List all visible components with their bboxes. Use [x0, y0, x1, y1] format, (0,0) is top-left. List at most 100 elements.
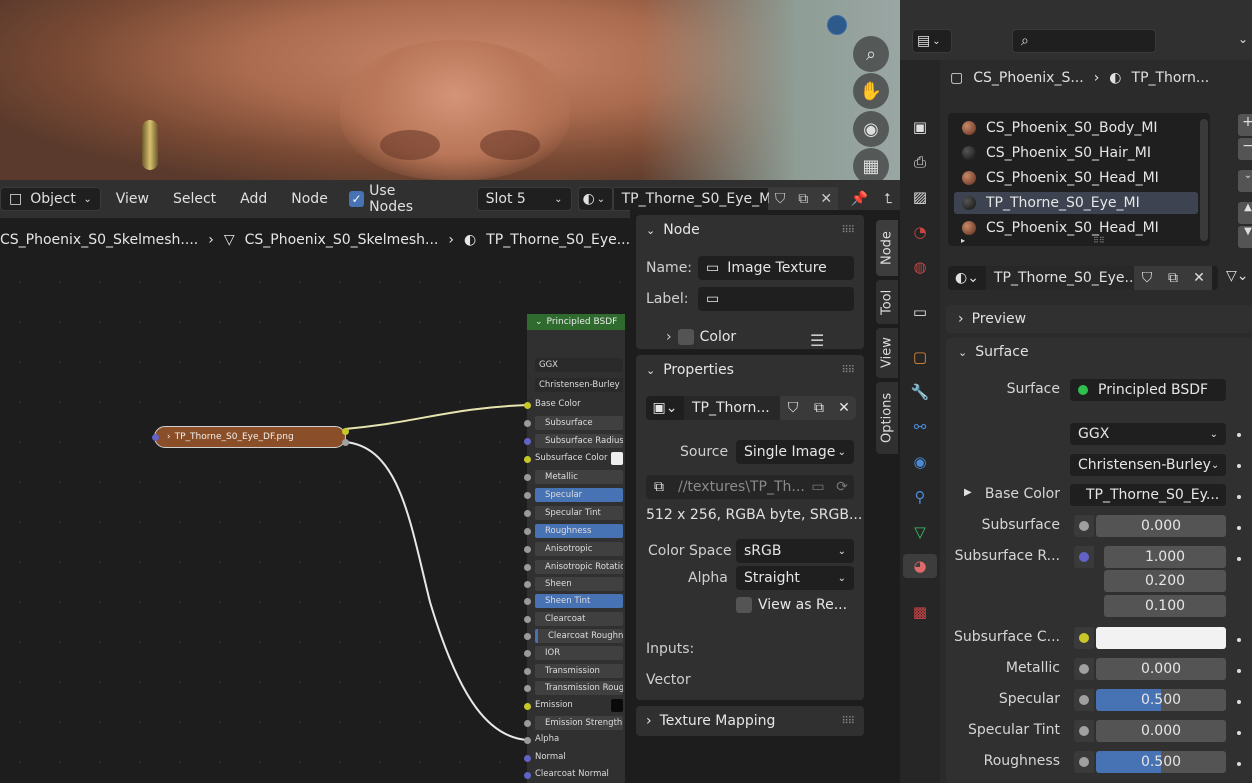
specular-tint-slider[interactable]: Specular Tint	[535, 506, 623, 520]
close-icon[interactable]: ✕	[832, 396, 856, 420]
emission-strength-field[interactable]: Emission Strength	[535, 716, 623, 730]
vector-input-socket[interactable]	[152, 434, 159, 441]
material-sphere-icon[interactable]: ◐⌄	[948, 270, 986, 286]
render-icon[interactable]: ▣	[908, 115, 932, 139]
close-icon[interactable]: ✕	[1186, 266, 1212, 290]
resize-handle-icon[interactable]: ⠿⠿	[1093, 236, 1105, 245]
keyframe-dot[interactable]	[1237, 731, 1241, 735]
fake-user-shield-icon[interactable]: ⛉	[768, 187, 792, 211]
slot-dropdown[interactable]: Slot 5 ⌄	[476, 187, 572, 211]
keyframe-dot[interactable]	[1237, 495, 1241, 499]
subsurface-radius-field[interactable]: Subsurface Radius	[535, 434, 623, 448]
search-input[interactable]: ⌕	[1012, 29, 1156, 53]
socket[interactable]	[524, 755, 531, 762]
menu-add[interactable]: Add	[231, 191, 276, 207]
surface-shader-field[interactable]: Principled BSDF	[1070, 379, 1226, 401]
expand-arrow-icon[interactable]: ▸	[961, 236, 965, 245]
material-name-field[interactable]: TP_Thorne_S0_Eye_MI	[612, 187, 775, 211]
socket[interactable]	[524, 510, 531, 517]
socket[interactable]	[524, 456, 531, 463]
base-color-link-field[interactable]: TP_Thorne_S0_Ey...	[1070, 484, 1226, 506]
image-browse-icon[interactable]: ▣⌄	[646, 400, 684, 416]
mesh-data-icon[interactable]: ▽	[908, 520, 932, 544]
socket[interactable]	[524, 546, 531, 553]
transmission-roughness-slider[interactable]: Transmission Roughness	[535, 681, 623, 695]
socket[interactable]	[524, 772, 531, 779]
menu-view[interactable]: View	[107, 191, 158, 207]
alpha-dropdown[interactable]: Straight ⌄	[736, 566, 854, 590]
list-item[interactable]: CS_Phoenix_S0_Body_MI	[954, 117, 1198, 139]
subsurface-radius-y[interactable]: 0.200	[1104, 570, 1226, 592]
navigation-gizmo-dot[interactable]	[827, 15, 847, 35]
list-item-selected[interactable]: TP_Thorne_S0_Eye_MI	[954, 192, 1198, 214]
socket[interactable]	[524, 474, 531, 481]
drag-handle-icon[interactable]: ⠿⠿	[841, 225, 855, 236]
sheen-slider[interactable]: Sheen	[535, 577, 623, 591]
reload-icon[interactable]: ⟳	[830, 479, 854, 495]
material-selector[interactable]: ◐⌄ TP_Thorne_S0_Eye... ⛉ ⧉ ✕	[948, 266, 1218, 290]
remove-slot-button[interactable]: −	[1238, 138, 1252, 160]
output-icon[interactable]: ⎙	[908, 150, 932, 174]
view-as-render-toggle[interactable]: View as Re...	[736, 597, 847, 613]
emission-color-swatch[interactable]	[611, 699, 623, 712]
grid-icon[interactable]: ▦	[853, 148, 889, 180]
world-icon[interactable]: ◍	[908, 255, 932, 279]
pin-icon[interactable]: 📌	[848, 187, 871, 211]
specular-tint-slider[interactable]: 0.000	[1096, 720, 1226, 742]
socket[interactable]	[524, 598, 531, 605]
sheen-tint-slider[interactable]: Sheen Tint	[535, 594, 623, 608]
image-selector[interactable]: ▣⌄ TP_Thorn... ⛉ ⧉ ✕	[646, 396, 856, 420]
keyframe-dot[interactable]	[1237, 433, 1241, 437]
tab-tool[interactable]: Tool	[876, 280, 898, 324]
specular-slider[interactable]: 0.500	[1096, 689, 1226, 711]
keyframe-dot[interactable]	[1237, 464, 1241, 468]
particles-icon[interactable]: ⚯	[908, 415, 932, 439]
anisotropic-slider[interactable]: Anisotropic	[535, 542, 623, 556]
socket[interactable]	[524, 685, 531, 692]
keyframe-dot[interactable]	[1237, 762, 1241, 766]
move-up-button[interactable]: ▲	[1238, 202, 1252, 224]
scrollbar[interactable]	[1200, 119, 1208, 241]
roughness-slider[interactable]: Roughness	[535, 524, 623, 538]
socket[interactable]	[524, 720, 531, 727]
image-texture-node[interactable]: › TP_Thorne_S0_Eye_DF.png	[152, 426, 349, 448]
add-slot-button[interactable]: +	[1238, 114, 1252, 136]
tab-options[interactable]: Options	[876, 382, 898, 454]
physics-icon[interactable]: ◉	[908, 450, 932, 474]
collection-icon[interactable]: ▭	[908, 300, 932, 324]
node-header[interactable]: ⌄ Principled BSDF	[527, 314, 625, 330]
transmission-slider[interactable]: Transmission	[535, 664, 623, 678]
color-swatch[interactable]	[611, 452, 623, 465]
socket[interactable]	[524, 438, 531, 445]
mesh-data-icon[interactable]: ▽⌄	[1226, 268, 1249, 284]
parent-node-tree-icon[interactable]: ⮤	[877, 187, 900, 211]
folder-icon[interactable]: ▭	[806, 479, 830, 495]
socket[interactable]	[524, 420, 531, 427]
node-label-field[interactable]: ▭	[698, 287, 854, 311]
drag-handle-icon[interactable]: ⠿⠿	[841, 716, 855, 727]
metallic-slider[interactable]: Metallic	[535, 470, 623, 484]
texture-checker-icon[interactable]: ▩	[908, 600, 932, 624]
node-panel-header[interactable]: ⌄ Node ⠿⠿	[636, 215, 864, 245]
chevron-down-icon[interactable]: ⌄	[1238, 32, 1248, 46]
slot-specials-button[interactable]: ⌄	[1238, 170, 1252, 192]
material-icon[interactable]: ◕	[903, 554, 937, 578]
keyframe-dot[interactable]	[1237, 638, 1241, 642]
node-name-field[interactable]: ▭ Image Texture	[698, 256, 854, 280]
properties-panel-header[interactable]: ⌄ Properties ⠿⠿	[636, 355, 864, 385]
checkbox[interactable]	[736, 597, 752, 613]
specular-slider[interactable]: Specular	[535, 488, 623, 502]
surface-panel-header[interactable]: ⌄ Surface	[958, 344, 1029, 360]
list-item[interactable]: CS_Phoenix_S0_Head_MI	[954, 167, 1198, 189]
duplicate-icon[interactable]: ⧉	[791, 187, 815, 211]
principled-bsdf-node[interactable]: ⌄ Principled BSDF GGX Christensen-Burley…	[524, 314, 625, 783]
filepath-field[interactable]: ⧉ //textures\TP_Th... ▭ ⟳	[646, 475, 854, 499]
ior-field[interactable]: IOR	[535, 646, 623, 660]
keyframe-dot[interactable]	[1237, 669, 1241, 673]
subsurface-radius-x[interactable]: 1.000	[1104, 546, 1226, 568]
subsurface-radius-z[interactable]: 0.100	[1104, 595, 1226, 617]
menu-select[interactable]: Select	[164, 191, 225, 207]
subsurface-method-dropdown[interactable]: Christensen-Burley	[535, 378, 623, 392]
color-checkbox[interactable]	[677, 329, 694, 345]
packed-file-icon[interactable]: ⧉	[646, 479, 672, 495]
